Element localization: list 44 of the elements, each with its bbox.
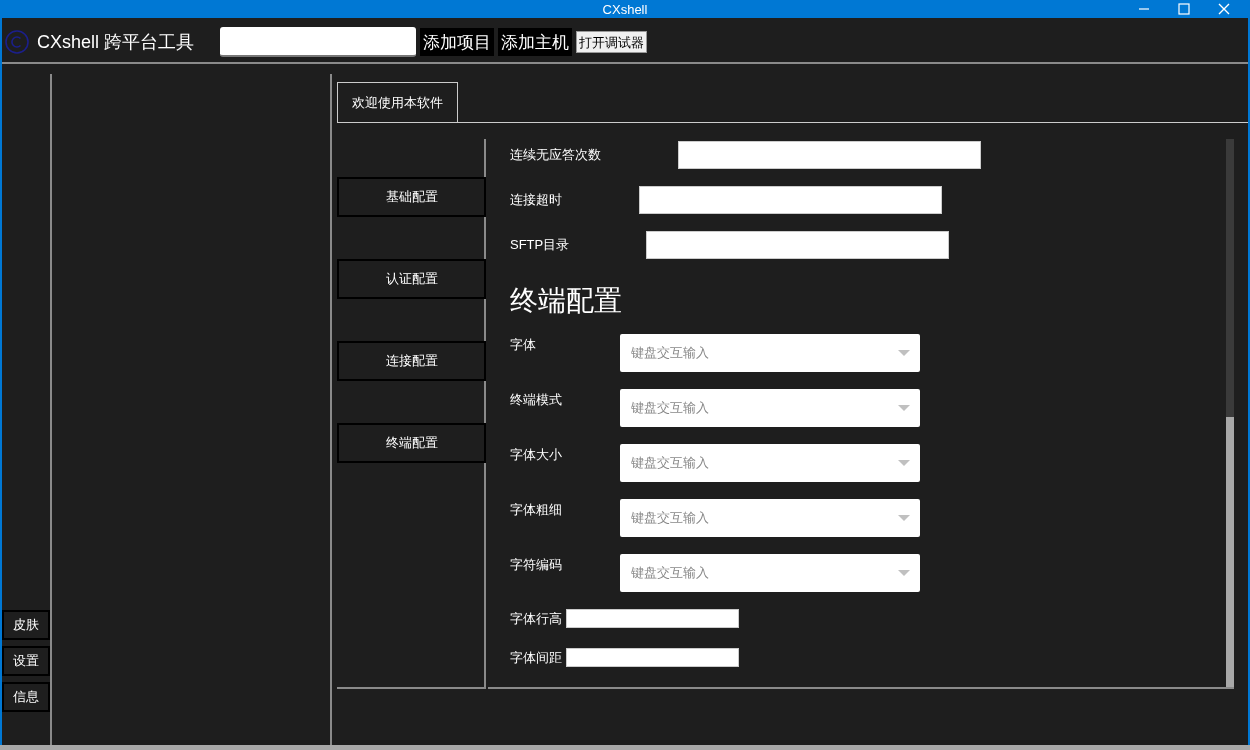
window-title: CXshell [602,1,648,17]
maximize-icon[interactable] [1178,3,1190,15]
app-name: CXshell 跨平台工具 [37,31,195,54]
field-label: 字体行高 [510,609,562,628]
field-label: SFTP目录 [510,236,570,254]
dropdown[interactable]: 键盘交互输入 [620,389,920,427]
scrollbar[interactable] [1226,139,1234,687]
dropdown[interactable]: 键盘交互输入 [620,554,920,592]
input-field[interactable] [566,648,739,667]
add-button[interactable]: 添加主机 [498,28,573,56]
add-button[interactable]: 添加项目 [420,28,495,56]
config-nav-button[interactable]: 认证配置 [337,259,486,299]
config-nav-button[interactable]: 连接配置 [337,341,486,381]
input-field[interactable] [646,231,950,259]
input-field[interactable] [639,186,942,214]
field-label: 字体粗细 [510,501,563,519]
caret-icon [898,460,910,466]
input-field[interactable] [566,609,739,628]
field-label: 字符编码 [510,556,563,574]
caret-icon [898,515,910,521]
side-button[interactable]: 设置 [2,646,50,676]
side-button[interactable]: 皮肤 [2,610,50,640]
search-field[interactable] [220,27,417,57]
field-label: 连接超时 [510,191,562,209]
dropdown[interactable]: 键盘交互输入 [620,499,920,537]
field-label: 连续无应答次数 [510,146,601,164]
debugger-button[interactable]: 打开调试器 [576,31,648,53]
caret-icon [898,350,910,356]
field-label: 字体大小 [510,446,563,464]
copyright-logo-icon [5,30,29,54]
input-field[interactable] [678,141,981,169]
field-label: 字体间距 [510,648,562,667]
close-icon[interactable] [1218,3,1230,15]
field-label: 终端模式 [510,391,563,409]
field-label: 字体 [510,336,537,354]
section-heading: 终端配置 [510,284,622,318]
config-nav-button[interactable]: 终端配置 [337,423,486,463]
caret-icon [898,570,910,576]
dropdown[interactable]: 键盘交互输入 [620,334,920,372]
config-nav-button[interactable]: 基础配置 [337,177,486,217]
dropdown[interactable]: 键盘交互输入 [620,444,920,482]
tab[interactable]: 欢迎使用本软件 [337,82,458,122]
side-button[interactable]: 信息 [2,682,50,712]
caret-icon [898,405,910,411]
